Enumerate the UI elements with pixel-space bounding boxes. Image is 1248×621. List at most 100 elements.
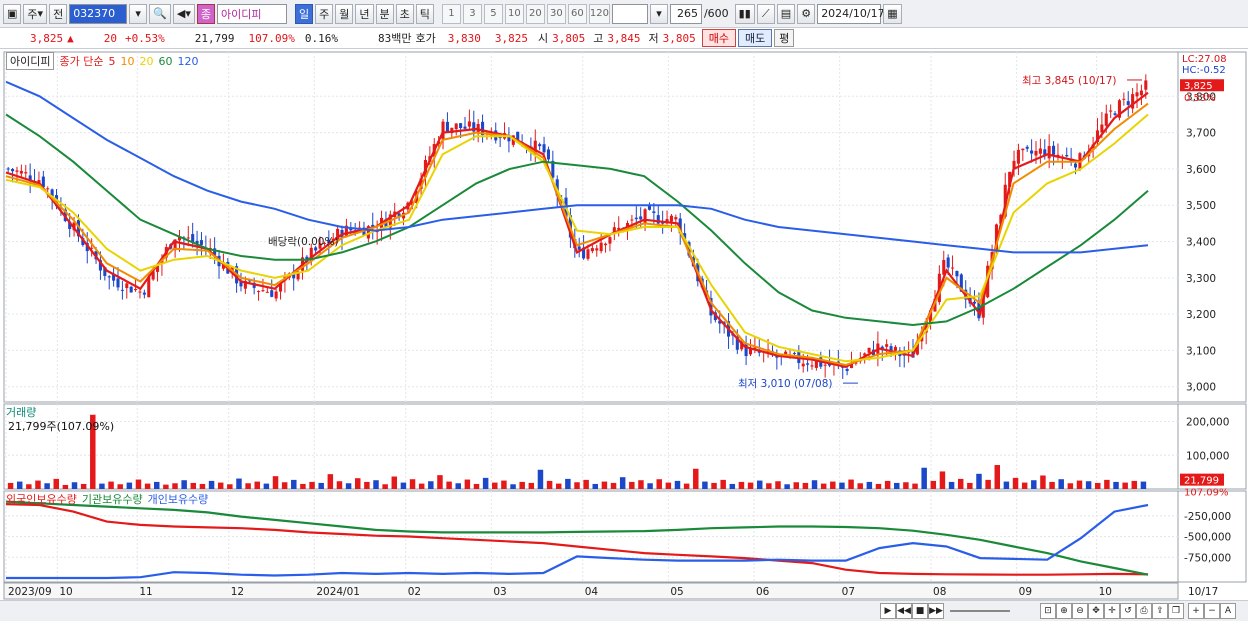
x-tick-label: 03 (493, 586, 506, 598)
stock-name-field[interactable]: 아이디피 (217, 3, 287, 24)
num-10[interactable]: 10 (504, 3, 524, 24)
volume-current-value: 21,799 (1184, 476, 1219, 487)
scroll-right-icon[interactable]: ▶ (880, 603, 896, 619)
text-size-icon[interactable]: A (1220, 603, 1236, 619)
num-60[interactable]: 60 (567, 3, 587, 24)
volume-bar (1095, 482, 1101, 489)
candle-body (1126, 101, 1130, 105)
volume-bar (345, 483, 352, 489)
zoom-fit-icon[interactable]: ⊡ (1040, 603, 1056, 619)
sound-icon[interactable]: ◀▾ (172, 3, 195, 24)
pan-icon[interactable]: ✥ (1088, 603, 1104, 619)
candle-body (459, 123, 463, 129)
change-value: 20 (103, 31, 117, 45)
x-tick-label: 11 (139, 586, 152, 598)
candle-body (538, 144, 542, 147)
candle-body (1135, 92, 1139, 97)
date-field[interactable]: 2024/10/17 (817, 3, 885, 24)
volume-current: 21,799주(107.09%) (8, 420, 115, 433)
code-dropdown-icon[interactable]: ▾ (129, 3, 148, 24)
candle-body (199, 240, 203, 245)
zoom-out-icon[interactable]: ⊖ (1072, 603, 1088, 619)
interval-tick[interactable]: 틱 (415, 3, 434, 24)
copy-icon[interactable]: ❐ (1168, 603, 1184, 619)
interval-second[interactable]: 초 (395, 3, 414, 24)
x-tick-label: 05 (670, 586, 683, 598)
forward-icon[interactable]: ▶▶ (928, 603, 944, 619)
buy-button[interactable]: 매수 (701, 29, 736, 47)
print-icon[interactable]: ⎙ (1136, 603, 1152, 619)
x-tick-label: 02 (408, 586, 421, 598)
period-dropdown[interactable]: 주 ▾ (23, 3, 48, 24)
draw-tool-icon[interactable]: ⟋ (756, 3, 775, 24)
volume-bar (537, 469, 544, 489)
custom-interval-field[interactable] (611, 3, 648, 24)
add-icon[interactable]: + (1188, 603, 1204, 619)
interval-minute[interactable]: 분 (375, 3, 394, 24)
volume-bar (601, 481, 608, 489)
chart-canvas[interactable]: 2023/09 10 11 12 2024/01 02 03 04 05 06 07 08 09 10 10… (0, 50, 1248, 600)
candle-body (1122, 98, 1126, 100)
calendar-icon[interactable]: ▦ (883, 3, 902, 24)
change-arrow: ▲ (67, 31, 74, 45)
lc-label: LC:27.08 (1182, 54, 1227, 65)
save-icon[interactable]: ▤ (776, 3, 796, 24)
candle-body (823, 364, 827, 366)
rewind-icon[interactable]: ◀◀ (896, 603, 912, 619)
candle-body (792, 352, 796, 354)
interval-year[interactable]: 년 (355, 3, 374, 24)
reset-icon[interactable]: ↺ (1120, 603, 1136, 619)
stop-icon[interactable]: ■ (912, 603, 928, 619)
volume-bar (985, 479, 991, 489)
crosshair-icon[interactable]: ✛ (1104, 603, 1120, 619)
candle-body (1025, 146, 1029, 149)
volume-bar (309, 481, 315, 489)
candle-body (1109, 110, 1113, 112)
volume-bar (555, 483, 562, 489)
custom-dropdown-icon[interactable]: ▾ (649, 3, 668, 24)
candle-body (806, 363, 810, 365)
volume-bar (1076, 480, 1083, 489)
chart-area[interactable]: 2023/09 10 11 12 2024/01 02 03 04 05 06 07 08 09 10 10… (0, 50, 1248, 600)
candle-body (801, 363, 805, 367)
candle-body (674, 217, 678, 220)
turnover-rate: 0.16% (304, 31, 338, 45)
num-120[interactable]: 120 (588, 3, 610, 24)
volume-bar (683, 483, 690, 489)
num-30[interactable]: 30 (546, 3, 566, 24)
search-icon[interactable]: 🔍 (149, 3, 171, 24)
chart-menu-icon[interactable]: ▣ (3, 3, 22, 24)
volume-bar (894, 482, 900, 489)
current-pct-value: 0.53% (1184, 93, 1216, 104)
candle-icon[interactable]: ▮▮ (734, 3, 755, 24)
num-3[interactable]: 3 (462, 3, 482, 24)
candle-body (1021, 148, 1025, 151)
zoom-in-icon[interactable]: ⊕ (1056, 603, 1072, 619)
num-20[interactable]: 20 (525, 3, 545, 24)
num-5[interactable]: 5 (483, 3, 503, 24)
candle-body (1030, 150, 1034, 154)
volume-bar (1058, 479, 1064, 489)
avg-button[interactable]: 평 (774, 29, 795, 47)
interval-week[interactable]: 주 (315, 3, 334, 24)
volume-bar (409, 479, 416, 489)
num-1[interactable]: 1 (441, 3, 461, 24)
zoom-slider[interactable] (950, 610, 1010, 612)
interval-month[interactable]: 월 (335, 3, 354, 24)
volume-bar (117, 484, 123, 489)
volume-bar (784, 484, 790, 489)
volume-bar (638, 480, 644, 489)
count-field[interactable]: 265 (669, 3, 702, 24)
gear-icon[interactable]: ⚙ (797, 3, 816, 24)
sell-button[interactable]: 매도 (737, 29, 773, 47)
change-pct: +0.53% (125, 31, 165, 45)
interval-day[interactable]: 일 (295, 3, 314, 24)
volume-bar (647, 483, 653, 489)
export-icon[interactable]: ⇪ (1152, 603, 1168, 619)
remove-icon[interactable]: − (1204, 603, 1220, 619)
stock-code-input[interactable]: 032370 (69, 3, 128, 24)
candle-body (595, 248, 599, 251)
prev-button[interactable]: 전 (49, 3, 68, 24)
volume-bar (300, 483, 306, 489)
low-price: 3,805 (662, 31, 696, 45)
